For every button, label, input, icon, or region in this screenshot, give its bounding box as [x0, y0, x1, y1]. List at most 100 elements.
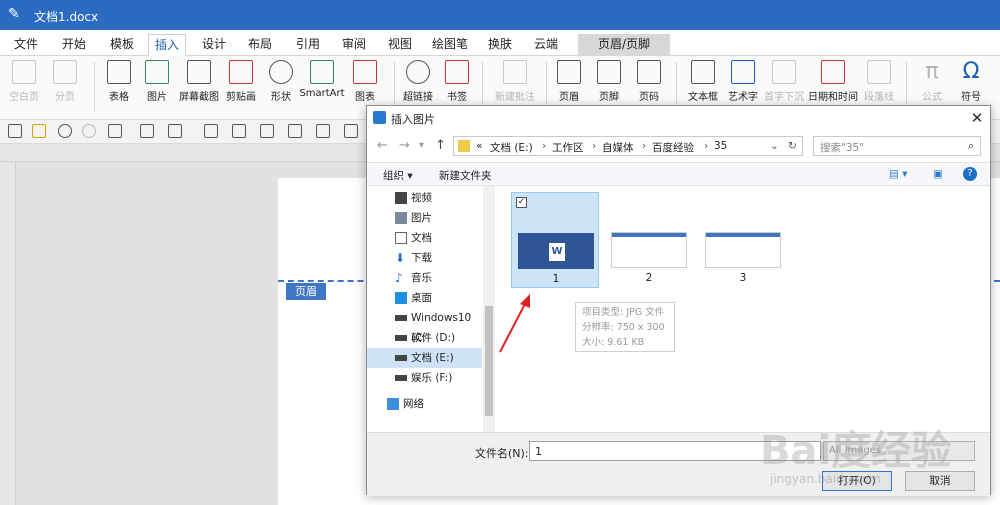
print-icon[interactable]	[140, 124, 154, 138]
table-button[interactable]: 表格	[102, 60, 136, 116]
tooltip-type: 项目类型: JPG 文件	[582, 307, 665, 318]
tab-view[interactable]: 视图	[382, 34, 418, 56]
breadcrumb-separator: ›	[542, 140, 547, 152]
screenshot-button[interactable]: 屏幕截图	[176, 60, 222, 116]
navigation-pane: 视频 图片 文档 ⬇ 下载 ♪ 音乐 桌面 Windows10 (C: 软件 (D:…	[367, 186, 495, 432]
nav-item-pictures[interactable]: 图片	[367, 208, 482, 228]
new-document-icon[interactable]	[8, 124, 22, 138]
title-bar: ✎ 文档1.docx	[0, 0, 1000, 30]
file-item-1[interactable]: ✓ W 1	[511, 192, 599, 288]
select-cursor-icon[interactable]	[168, 124, 182, 138]
nav-item-drive-f[interactable]: 娱乐 (F:)	[367, 368, 482, 388]
nav-scrollbar-thumb[interactable]	[485, 306, 493, 416]
file-thumbnail: W	[518, 233, 594, 269]
help-icon[interactable]: ?	[963, 167, 977, 181]
header-tag: 页眉	[286, 283, 326, 300]
open-folder-icon[interactable]	[32, 124, 46, 138]
picture-icon	[145, 60, 169, 84]
back-arrow-icon[interactable]: ←	[377, 138, 388, 153]
thumbnail-header	[706, 233, 780, 237]
chart-icon	[353, 60, 377, 84]
breadcrumb-drive[interactable]: 文档 (E:)	[490, 140, 533, 155]
nav-item-drive-d[interactable]: 软件 (D:)	[367, 328, 482, 348]
drop-cap-icon	[772, 60, 796, 84]
page-break-button[interactable]: 分页	[48, 60, 82, 116]
file-list: ✓ W 1 2 3	[497, 186, 990, 432]
nav-item-downloads[interactable]: ⬇ 下载	[367, 248, 482, 268]
search-input[interactable]: 搜索"35" ⌕	[813, 136, 981, 156]
tab-draw[interactable]: 绘图笔	[426, 34, 474, 56]
tab-references[interactable]: 引用	[290, 34, 326, 56]
breadcrumb-baidu[interactable]: 百度经验	[652, 140, 694, 155]
dialog-title: 插入图片	[391, 113, 435, 126]
file-item-3[interactable]: 3	[699, 192, 787, 288]
breadcrumb-workspace[interactable]: 工作区	[552, 140, 584, 155]
view-options-icon[interactable]: ▤ ▾	[889, 168, 908, 180]
music-icon: ♪	[395, 271, 403, 285]
globe-icon	[406, 60, 430, 84]
calendar-icon	[821, 60, 845, 84]
picture-button[interactable]: 图片	[140, 60, 174, 116]
nav-item-videos[interactable]: 视频	[367, 188, 482, 208]
file-name: 2	[645, 272, 653, 284]
breadcrumb-current[interactable]: 35	[714, 140, 727, 152]
up-arrow-icon[interactable]: ↑	[435, 138, 446, 153]
tab-header-footer[interactable]: 页眉/页脚	[578, 34, 671, 56]
picture-icon	[395, 212, 407, 224]
omega-icon: Ω	[962, 59, 980, 84]
chart-icon[interactable]	[344, 124, 358, 138]
breadcrumb-selfmedia[interactable]: 自媒体	[602, 140, 634, 155]
camera-icon[interactable]	[260, 124, 274, 138]
tab-insert[interactable]: 插入	[148, 34, 187, 56]
table-icon[interactable]	[204, 124, 218, 138]
picture-icon[interactable]	[232, 124, 246, 138]
organize-button[interactable]: 组织 ▾	[383, 168, 413, 183]
watermark-logo: Bai度经验	[760, 428, 952, 474]
nav-item-drive-c[interactable]: Windows10 (C:	[367, 308, 482, 344]
nav-item-network[interactable]: 网络	[367, 394, 482, 414]
comment-icon	[503, 60, 527, 84]
tab-layout[interactable]: 布局	[242, 34, 278, 56]
clipart-button[interactable]: 剪贴画	[222, 60, 260, 116]
nav-item-music[interactable]: ♪ 音乐	[367, 268, 482, 288]
refresh-icon[interactable]: ↻	[788, 140, 797, 152]
nav-item-drive-e[interactable]: 文档 (E:)	[367, 348, 482, 368]
new-folder-button[interactable]: 新建文件夹	[439, 168, 492, 183]
nav-item-documents[interactable]: 文档	[367, 228, 482, 248]
smartart-button[interactable]: SmartArt	[298, 60, 346, 116]
tab-review[interactable]: 审阅	[336, 34, 372, 56]
blank-page-button[interactable]: 空白页	[6, 60, 42, 116]
textbox-icon	[691, 60, 715, 84]
header-icon	[557, 60, 581, 84]
close-icon[interactable]: ✕	[967, 108, 987, 128]
tab-template[interactable]: 模板	[104, 34, 140, 56]
shape-icon[interactable]	[316, 124, 330, 138]
tab-cloud[interactable]: 云端	[528, 34, 564, 56]
tab-file[interactable]: 文件	[8, 34, 44, 56]
download-icon: ⬇	[395, 251, 406, 265]
undo-icon[interactable]	[58, 124, 72, 138]
file-tooltip: 项目类型: JPG 文件 分辨率: 750 x 300 大小: 9.61 KB	[575, 302, 675, 352]
tab-skin[interactable]: 换肤	[482, 34, 518, 56]
desktop-icon	[395, 292, 407, 304]
forward-arrow-icon[interactable]: →	[399, 138, 410, 153]
annotation-arrow	[499, 294, 530, 353]
dialog-title-bar: 插入图片 ✕	[367, 106, 990, 130]
pi-icon: π	[925, 59, 939, 84]
shape-icon[interactable]	[288, 124, 302, 138]
wordart-icon	[731, 60, 755, 84]
redo-icon[interactable]	[82, 124, 96, 138]
tab-design[interactable]: 设计	[196, 34, 232, 56]
checkbox-icon[interactable]: ✓	[516, 197, 527, 208]
file-item-2[interactable]: 2	[605, 192, 693, 288]
chevron-down-icon[interactable]: ▾	[419, 140, 424, 151]
shapes-button[interactable]: 形状	[264, 60, 298, 116]
chevron-down-icon[interactable]: ⌄	[770, 140, 779, 152]
tab-home[interactable]: 开始	[56, 34, 92, 56]
save-icon[interactable]	[108, 124, 122, 138]
page-number-icon	[637, 60, 661, 84]
address-bar[interactable]: « 文档 (E:) › 工作区 › 自媒体 › 百度经验 › 35 ⌄ ↻	[453, 136, 803, 156]
word-icon: W	[549, 243, 565, 261]
preview-pane-icon[interactable]: ▣	[933, 168, 943, 180]
nav-item-desktop[interactable]: 桌面	[367, 288, 482, 308]
